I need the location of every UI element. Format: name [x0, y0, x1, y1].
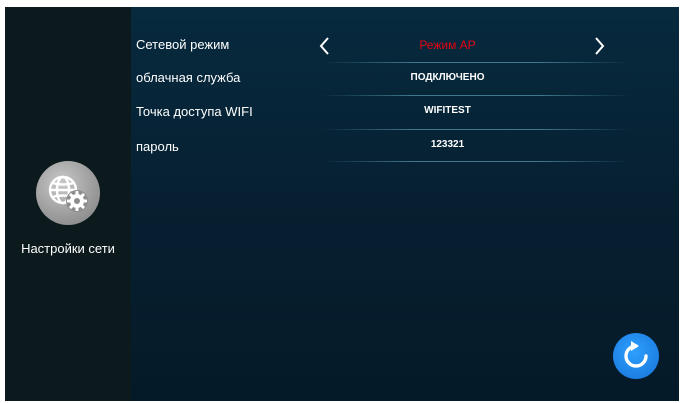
- cloud-service-value[interactable]: ПОДКЛЮЧЕНО: [321, 72, 574, 83]
- divider: [321, 129, 631, 130]
- settings-panel: Сетевой режим Режим AP облачная служба П…: [131, 7, 679, 401]
- cloud-service-label: облачная служба: [136, 70, 241, 85]
- wifi-access-point-label: Точка доступа WIFI: [136, 104, 253, 119]
- divider: [321, 95, 631, 96]
- network-mode-value[interactable]: Режим AP: [321, 38, 574, 52]
- sidebar-label-network-settings: Настройки сети: [21, 241, 115, 256]
- refresh-icon[interactable]: [613, 333, 659, 379]
- divider: [321, 62, 631, 63]
- divider: [321, 161, 631, 162]
- wifi-access-point-value[interactable]: WIFITEST: [321, 105, 574, 116]
- sidebar: Настройки сети: [5, 7, 131, 401]
- password-value[interactable]: 123321: [321, 139, 574, 150]
- network-mode-label: Сетевой режим: [136, 37, 230, 52]
- device-screen: Настройки сети Сетевой режим Режим AP об…: [5, 7, 679, 401]
- globe-gear-icon[interactable]: [36, 161, 100, 225]
- password-label: пароль: [136, 139, 179, 154]
- chevron-right-icon[interactable]: [591, 35, 607, 57]
